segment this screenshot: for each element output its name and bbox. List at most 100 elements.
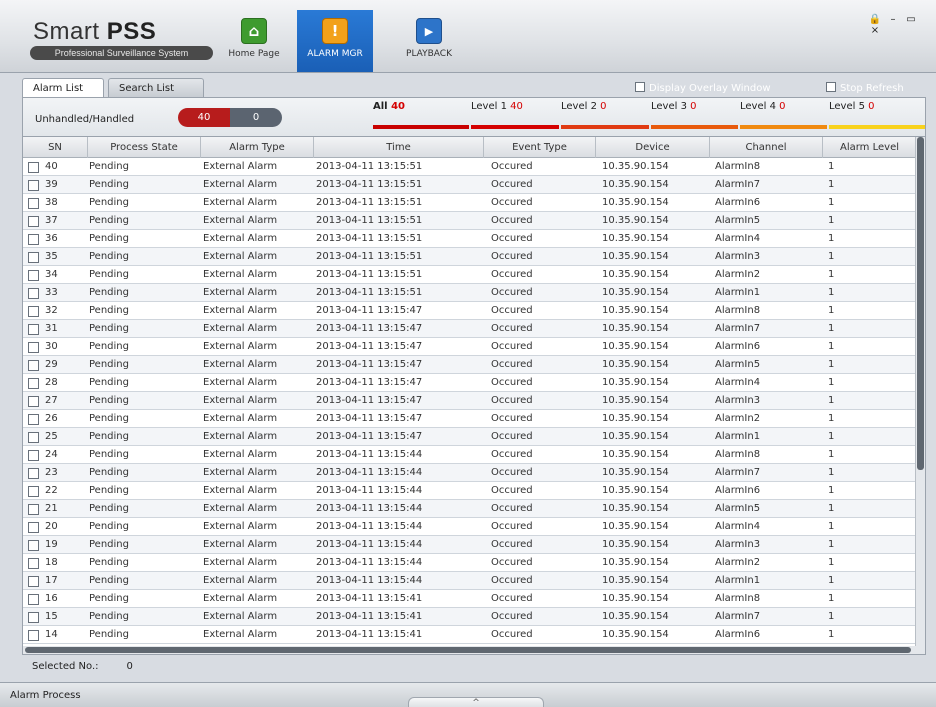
level-filter-3[interactable]: Level 3 0 xyxy=(651,101,697,112)
row-checkbox[interactable] xyxy=(28,522,39,533)
level-filter-1[interactable]: Level 1 40 xyxy=(471,101,523,112)
row-checkbox[interactable] xyxy=(28,360,39,371)
table-row[interactable]: 35 Pending External Alarm 2013-04-11 13:15:… xyxy=(23,248,916,266)
column-header-process-state[interactable]: Process State xyxy=(88,137,201,158)
row-checkbox[interactable] xyxy=(28,162,39,173)
unhandled-handled-toggle[interactable]: 40 0 xyxy=(178,108,282,127)
table-row[interactable]: 20 Pending External Alarm 2013-04-11 13:15:… xyxy=(23,518,916,536)
table-row[interactable]: 29 Pending External Alarm 2013-04-11 13:15:… xyxy=(23,356,916,374)
horizontal-scroll-thumb[interactable] xyxy=(25,647,911,653)
table-row[interactable]: 33 Pending External Alarm 2013-04-11 13:15:… xyxy=(23,284,916,302)
row-checkbox[interactable] xyxy=(28,558,39,569)
level-filter-5[interactable]: Level 5 0 xyxy=(829,101,875,112)
cell-alarm-level: 1 xyxy=(828,575,835,586)
level-filter-all[interactable]: All 40 xyxy=(373,101,405,112)
maximize-button[interactable]: ▭ xyxy=(902,14,920,25)
row-checkbox[interactable] xyxy=(28,612,39,623)
row-checkbox[interactable] xyxy=(28,252,39,263)
table-row[interactable]: 34 Pending External Alarm 2013-04-11 13:15:… xyxy=(23,266,916,284)
row-checkbox[interactable] xyxy=(28,468,39,479)
cell-sn: 29 xyxy=(45,359,58,370)
table-row[interactable]: 37 Pending External Alarm 2013-04-11 13:15:… xyxy=(23,212,916,230)
table-row[interactable]: 39 Pending External Alarm 2013-04-11 13:15:… xyxy=(23,176,916,194)
column-header-channel[interactable]: Channel xyxy=(710,137,823,158)
cell-process-state: Pending xyxy=(89,557,129,568)
row-checkbox[interactable] xyxy=(28,216,39,227)
table-row[interactable]: 15 Pending External Alarm 2013-04-11 13:15:… xyxy=(23,608,916,626)
table-row[interactable]: 23 Pending External Alarm 2013-04-11 13:15:… xyxy=(23,464,916,482)
row-checkbox[interactable] xyxy=(28,342,39,353)
row-checkbox[interactable] xyxy=(28,630,39,641)
row-checkbox[interactable] xyxy=(28,306,39,317)
table-row[interactable]: 19 Pending External Alarm 2013-04-11 13:15:… xyxy=(23,536,916,554)
selected-label: Selected No.: xyxy=(32,661,99,672)
handled-count[interactable]: 0 xyxy=(230,108,282,127)
vertical-scroll-thumb[interactable] xyxy=(917,137,924,470)
table-row[interactable]: 24 Pending External Alarm 2013-04-11 13:15:… xyxy=(23,446,916,464)
row-checkbox[interactable] xyxy=(28,486,39,497)
row-checkbox[interactable] xyxy=(28,180,39,191)
row-checkbox[interactable] xyxy=(28,378,39,389)
minimize-button[interactable]: – xyxy=(884,14,902,25)
row-checkbox[interactable] xyxy=(28,414,39,425)
column-header-sn[interactable]: SN xyxy=(23,137,88,158)
table-row[interactable]: 30 Pending External Alarm 2013-04-11 13:15:… xyxy=(23,338,916,356)
table-row[interactable]: 16 Pending External Alarm 2013-04-11 13:15:… xyxy=(23,590,916,608)
nav-playback[interactable]: ▶ PLAYBACK xyxy=(397,10,461,72)
lock-icon[interactable]: 🔒 xyxy=(866,14,884,25)
table-row[interactable]: 18 Pending External Alarm 2013-04-11 13:15:… xyxy=(23,554,916,572)
row-checkbox[interactable] xyxy=(28,324,39,335)
expand-panel-button[interactable]: ^ xyxy=(408,697,544,707)
row-checkbox[interactable] xyxy=(28,504,39,515)
column-header-device[interactable]: Device xyxy=(596,137,710,158)
table-row[interactable]: 22 Pending External Alarm 2013-04-11 13:15:… xyxy=(23,482,916,500)
row-checkbox[interactable] xyxy=(28,288,39,299)
table-row[interactable]: 28 Pending External Alarm 2013-04-11 13:15:… xyxy=(23,374,916,392)
cell-device: 10.35.90.154 xyxy=(602,467,669,478)
column-header-time[interactable]: Time xyxy=(314,137,484,158)
cell-process-state: Pending xyxy=(89,251,129,262)
vertical-scrollbar[interactable] xyxy=(915,137,925,654)
stop-refresh-checkbox[interactable]: Stop Refresh xyxy=(826,82,904,96)
row-checkbox[interactable] xyxy=(28,270,39,281)
column-header-alarm-level[interactable]: Alarm Level xyxy=(823,137,916,158)
table-row[interactable]: 17 Pending External Alarm 2013-04-11 13:15:… xyxy=(23,572,916,590)
row-checkbox[interactable] xyxy=(28,234,39,245)
row-checkbox[interactable] xyxy=(28,540,39,551)
cell-process-state: Pending xyxy=(89,431,129,442)
row-checkbox[interactable] xyxy=(28,576,39,587)
display-overlay-checkbox[interactable]: Display Overlay Window xyxy=(635,82,771,96)
tab-alarm-list[interactable]: Alarm List xyxy=(22,78,104,97)
cell-sn: 14 xyxy=(45,629,58,640)
table-row[interactable]: 27 Pending External Alarm 2013-04-11 13:15:… xyxy=(23,392,916,410)
unhandled-count[interactable]: 40 xyxy=(178,108,230,127)
nav-alarm-mgr[interactable]: ! ALARM MGR xyxy=(297,10,373,72)
level-filter-2[interactable]: Level 2 0 xyxy=(561,101,607,112)
nav-home-page[interactable]: ⌂ Home Page xyxy=(222,10,286,72)
table-row[interactable]: 14 Pending External Alarm 2013-04-11 13:15:… xyxy=(23,626,916,644)
row-checkbox[interactable] xyxy=(28,594,39,605)
row-checkbox[interactable] xyxy=(28,432,39,443)
table-row[interactable]: 32 Pending External Alarm 2013-04-11 13:15:… xyxy=(23,302,916,320)
table-row[interactable]: 40 Pending External Alarm 2013-04-11 13:15:… xyxy=(23,158,916,176)
row-checkbox[interactable] xyxy=(28,198,39,209)
horizontal-scrollbar[interactable] xyxy=(23,646,916,654)
level-label: Level 5 xyxy=(829,101,869,112)
table-row[interactable]: 21 Pending External Alarm 2013-04-11 13:15:… xyxy=(23,500,916,518)
cell-alarm-type: External Alarm xyxy=(203,179,278,190)
nav-playback-label: PLAYBACK xyxy=(406,49,452,59)
table-row[interactable]: 25 Pending External Alarm 2013-04-11 13:15:… xyxy=(23,428,916,446)
table-row[interactable]: 36 Pending External Alarm 2013-04-11 13:15:… xyxy=(23,230,916,248)
close-button[interactable]: × xyxy=(866,25,884,36)
row-checkbox[interactable] xyxy=(28,450,39,461)
level-filter-4[interactable]: Level 4 0 xyxy=(740,101,786,112)
table-row[interactable]: 26 Pending External Alarm 2013-04-11 13:15:… xyxy=(23,410,916,428)
column-header-event-type[interactable]: Event Type xyxy=(484,137,596,158)
cell-process-state: Pending xyxy=(89,539,129,550)
cell-alarm-type: External Alarm xyxy=(203,629,278,640)
row-checkbox[interactable] xyxy=(28,396,39,407)
tab-search-list[interactable]: Search List xyxy=(108,78,204,97)
table-row[interactable]: 38 Pending External Alarm 2013-04-11 13:15:… xyxy=(23,194,916,212)
column-header-alarm-type[interactable]: Alarm Type xyxy=(201,137,314,158)
table-row[interactable]: 31 Pending External Alarm 2013-04-11 13:15:… xyxy=(23,320,916,338)
